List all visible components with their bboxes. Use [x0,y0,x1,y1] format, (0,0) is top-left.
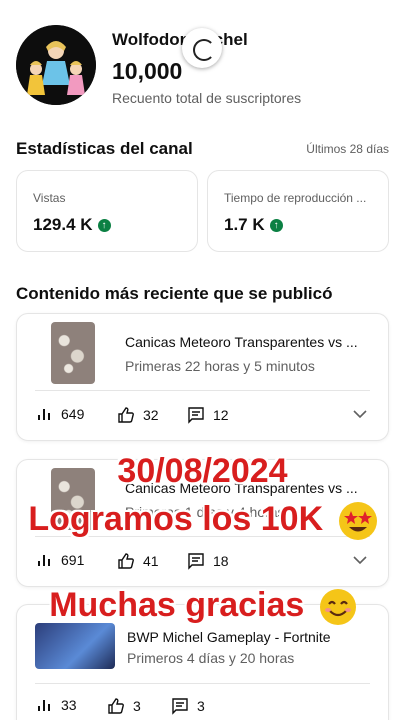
video-title: Canicas Meteoro Transparentes vs ... [125,334,358,350]
divider [35,390,370,391]
views-metric: 33 [37,697,77,713]
watch-time-value: 1.7 K [224,215,265,234]
chevron-down-icon[interactable] [352,406,368,422]
comment-icon [188,553,204,570]
thumbs-up-icon [108,698,124,714]
comments-count: 12 [213,407,229,423]
video-thumbnail[interactable] [35,623,115,669]
views-metric: 691 [37,552,84,568]
video-subtitle: Primeros 4 días y 20 horas [127,650,295,666]
overlay-thanks-row: Muchas gracias [0,586,405,626]
likes-metric: 41 [117,552,159,570]
views-count: 649 [61,406,85,422]
overlay-milestone-row: Logramos los 10K [0,500,405,541]
thumbs-up-icon [118,407,134,423]
views-stat-card[interactable]: Vistas 129.4 K ↑ [16,170,198,252]
arrow-up-icon: ↑ [97,218,111,232]
subscriber-count: 10,000 [112,58,183,84]
comment-icon [188,407,204,424]
likes-count: 3 [133,698,141,714]
comments-count: 18 [213,553,229,569]
watch-time-label: Tiempo de reproducción ... [224,191,367,205]
overlay-date: 30/08/2024 [117,452,288,490]
bar-chart-icon [38,555,50,566]
avatar-image [16,25,96,105]
video-thumbnail[interactable] [51,322,95,384]
star-struck-emoji-icon [338,502,377,541]
comments-metric: 18 [187,552,229,570]
comments-metric: 3 [171,697,205,715]
recent-content-title: Contenido más reciente que se publicó [16,284,333,303]
comment-icon [172,698,188,715]
channel-header: Wolfodon Michel 10,000 Recuento total de… [16,22,389,112]
views-label: Vistas [33,191,66,205]
likes-metric: 3 [107,697,141,715]
overlay-milestone: Logramos los 10K [28,500,324,538]
watch-time-stat-card[interactable]: Tiempo de reproducción ... 1.7 K ↑ [207,170,389,252]
likes-count: 41 [143,553,159,569]
smiling-emoji-icon [319,589,356,626]
overlay-thanks: Muchas gracias [49,586,305,624]
comments-count: 3 [197,698,205,714]
comments-metric: 12 [187,406,229,424]
channel-stats-title: Estadísticas del canal [16,139,193,158]
views-value-row: 129.4 K ↑ [33,215,111,235]
video-title: BWP Michel Gameplay - Fortnite [127,629,331,645]
bar-chart-icon [38,700,50,711]
video-subtitle: Primeras 22 horas y 5 minutos [125,358,315,374]
thumbs-up-icon [118,553,134,569]
views-value: 129.4 K [33,215,93,234]
bar-chart-icon [38,409,50,420]
channel-name: Wolfodon Michel [112,30,248,49]
arrow-up-icon: ↑ [269,218,283,232]
likes-count: 32 [143,407,159,423]
chevron-down-icon[interactable] [352,552,368,568]
video-card[interactable]: Canicas Meteoro Transparentes vs ... Pri… [16,313,389,441]
stats-period[interactable]: Últimos 28 días [306,142,389,156]
likes-metric: 32 [117,406,159,424]
subscriber-count-label: Recuento total de suscriptores [112,90,302,106]
loading-spinner-icon [182,28,222,68]
views-metric: 649 [37,406,84,422]
channel-avatar[interactable] [16,25,96,105]
views-count: 33 [61,697,77,713]
views-count: 691 [61,552,85,568]
watch-time-value-row: 1.7 K ↑ [224,215,283,235]
divider [35,683,370,684]
